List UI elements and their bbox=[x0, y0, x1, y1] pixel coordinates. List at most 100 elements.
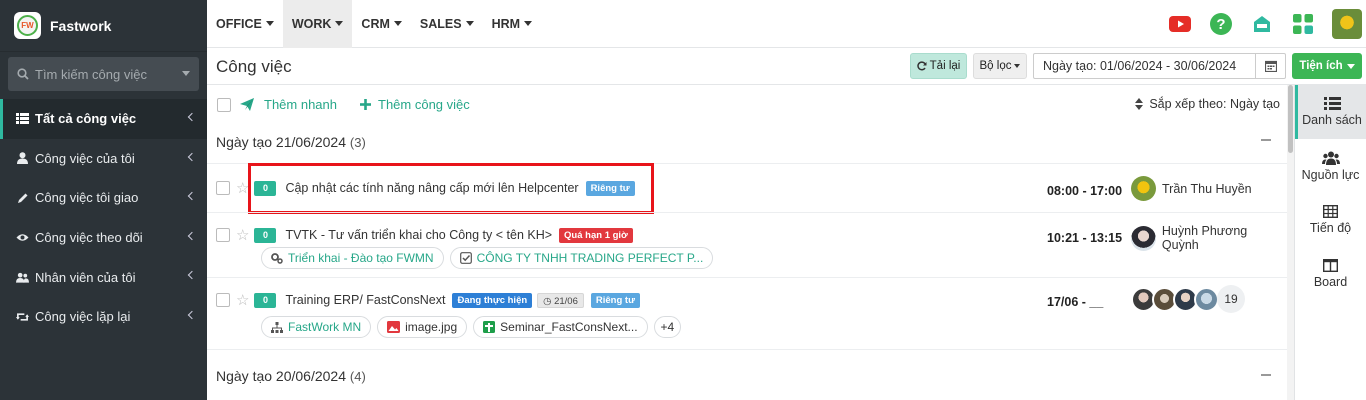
refresh-icon bbox=[916, 61, 927, 71]
search-icon bbox=[17, 68, 29, 80]
nav-work[interactable]: WORK bbox=[282, 0, 353, 48]
sidebar-item-label: Công việc tôi giao bbox=[35, 190, 139, 206]
nav-hrm[interactable]: HRM bbox=[483, 0, 541, 48]
task-title[interactable]: TVTK - Tư vấn triển khai cho Công ty < t… bbox=[285, 228, 552, 242]
attachment-chip[interactable]: Seminar_FastConsNext... bbox=[473, 316, 648, 338]
help-icon[interactable]: ? bbox=[1209, 12, 1233, 36]
date-range-picker[interactable]: Ngày tạo: 01/06/2024 - 30/06/2024 bbox=[1033, 53, 1286, 79]
list-icon bbox=[16, 112, 29, 125]
group-title: Ngày tạo 21/06/2024 bbox=[216, 134, 346, 150]
date-range-value: Ngày tạo: 01/06/2024 - 30/06/2024 bbox=[1043, 59, 1237, 73]
caret-down-icon bbox=[524, 21, 533, 26]
group-header: Ngày tạo 20/06/2024 (4) bbox=[216, 368, 366, 384]
sidebar-item-assigned-tasks[interactable]: Công việc tôi giao bbox=[0, 178, 207, 218]
eye-icon bbox=[16, 231, 29, 244]
star-icon[interactable]: ☆ bbox=[236, 291, 249, 309]
nav-crm[interactable]: CRM bbox=[352, 0, 410, 48]
youtube-icon[interactable] bbox=[1168, 12, 1192, 36]
sidebar-item-my-staff[interactable]: Nhân viên của tôi bbox=[0, 257, 207, 297]
list-view-icon bbox=[1323, 97, 1341, 110]
task-title[interactable]: Training ERP/ FastConsNext bbox=[285, 293, 445, 307]
task-list: Thêm nhanh Thêm công việc Sắp xếp theo: … bbox=[207, 85, 1287, 400]
nav-label: SALES bbox=[419, 16, 462, 31]
user-avatar[interactable] bbox=[1332, 9, 1362, 39]
svg-text:?: ? bbox=[1216, 16, 1225, 33]
sheet-file-icon bbox=[483, 321, 496, 333]
assignee-name: Trần Thu Huyền bbox=[1162, 181, 1252, 196]
sort-icon bbox=[1135, 98, 1144, 110]
quick-add-button[interactable]: Thêm nhanh bbox=[240, 97, 337, 112]
view-list[interactable]: Danh sách bbox=[1295, 85, 1366, 139]
table-row[interactable]: ☆ 0 TVTK - Tư vấn triển khai cho Công ty… bbox=[207, 212, 1287, 277]
logo: FW bbox=[14, 12, 41, 39]
chip-label: CÔNG TY TNHH TRADING PERFECT P... bbox=[476, 251, 704, 265]
chip-label: FastWork MN bbox=[288, 320, 362, 334]
nav-label: CRM bbox=[361, 16, 390, 31]
quick-add-label: Thêm nhanh bbox=[264, 97, 337, 112]
due-date-tag: ◷ 21/06 bbox=[537, 292, 584, 308]
reload-button[interactable]: Tải lại bbox=[910, 53, 967, 79]
star-icon[interactable]: ☆ bbox=[236, 226, 249, 244]
task-checkbox[interactable] bbox=[216, 181, 230, 195]
view-progress[interactable]: Tiến độ bbox=[1295, 193, 1366, 247]
add-task-button[interactable]: Thêm công việc bbox=[360, 97, 470, 112]
customer-chip[interactable]: CÔNG TY TNHH TRADING PERFECT P... bbox=[449, 247, 714, 269]
sidebar-item-watched-tasks[interactable]: Công việc theo dõi bbox=[0, 218, 207, 258]
select-all-checkbox[interactable] bbox=[217, 98, 231, 112]
check-square-icon bbox=[459, 252, 472, 264]
attachment-chip[interactable]: image.jpg bbox=[377, 316, 468, 338]
more-attachments-chip[interactable]: +4 bbox=[653, 316, 682, 338]
search-input[interactable]: Tìm kiếm công việc bbox=[8, 57, 199, 91]
task-checkbox[interactable] bbox=[216, 228, 230, 242]
task-time: 08:00 - 17:00 bbox=[1047, 184, 1123, 198]
utilities-button[interactable]: Tiện ích bbox=[1292, 53, 1362, 79]
brand[interactable]: FW Fastwork bbox=[0, 0, 207, 52]
chip-label: Triển khai - Đào tạo FWMN bbox=[288, 251, 434, 265]
apps-grid-icon[interactable] bbox=[1291, 12, 1315, 36]
sort-dropdown[interactable]: Sắp xếp theo: Ngày tạo bbox=[1135, 97, 1280, 111]
caret-down-icon bbox=[393, 21, 402, 26]
caret-down-icon bbox=[265, 21, 274, 26]
chip-label: +4 bbox=[660, 320, 675, 334]
inbox-icon[interactable] bbox=[1250, 12, 1274, 36]
users-icon bbox=[16, 271, 29, 284]
filter-button[interactable]: Bộ lọc bbox=[973, 53, 1027, 79]
sidebar-item-label: Công việc của tôi bbox=[35, 150, 135, 166]
view-label: Board bbox=[1313, 275, 1348, 289]
more-assignees-count: 19 bbox=[1217, 285, 1245, 313]
sidebar-item-all-tasks[interactable]: Tất cả công việc bbox=[0, 99, 207, 139]
nav-sales[interactable]: SALES bbox=[411, 0, 483, 48]
view-label: Nguồn lực bbox=[1301, 167, 1360, 182]
view-board[interactable]: Board bbox=[1295, 247, 1366, 301]
avatar bbox=[1131, 176, 1156, 201]
collapse-group-icon[interactable] bbox=[1261, 374, 1271, 376]
assignee[interactable]: Trần Thu Huyền bbox=[1131, 176, 1252, 201]
collapse-group-icon[interactable] bbox=[1261, 139, 1271, 141]
calendar-icon[interactable] bbox=[1255, 54, 1285, 78]
paper-plane-icon bbox=[240, 98, 254, 111]
view-resources[interactable]: Nguồn lực bbox=[1295, 139, 1366, 193]
pencil-icon bbox=[16, 191, 29, 204]
table-row[interactable]: ☆ 0 Training ERP/ FastConsNext Đang thực… bbox=[207, 277, 1287, 349]
task-checkbox[interactable] bbox=[216, 293, 230, 307]
task-time: 17/06 - __ bbox=[1047, 295, 1104, 309]
add-task-label: Thêm công việc bbox=[378, 97, 470, 112]
project-chip[interactable]: FastWork MN bbox=[261, 316, 372, 338]
sidebar-item-recurring-tasks[interactable]: Công việc lặp lại bbox=[0, 297, 207, 337]
clock-icon: ◷ bbox=[543, 295, 555, 307]
users-icon bbox=[1321, 151, 1340, 165]
assignee-name: Huỳnh Phương Quỳnh bbox=[1161, 224, 1248, 252]
task-count-badge: 0 bbox=[254, 292, 277, 308]
project-chip[interactable]: Triển khai - Đào tạo FWMN bbox=[261, 247, 444, 269]
assignee[interactable]: Huỳnh Phương Quỳnh bbox=[1131, 224, 1287, 252]
scrollbar-thumb[interactable] bbox=[1288, 85, 1293, 153]
task-time: 10:21 - 13:15 bbox=[1047, 231, 1123, 245]
nav-label: HRM bbox=[491, 16, 521, 31]
view-label: Danh sách bbox=[1302, 113, 1362, 127]
caret-down-icon bbox=[465, 21, 474, 26]
nav-office[interactable]: OFFICE bbox=[207, 0, 283, 48]
assignee-stack[interactable]: 19 bbox=[1131, 285, 1245, 313]
sidebar-item-my-tasks[interactable]: Công việc của tôi bbox=[0, 139, 207, 179]
chevron-left-icon bbox=[187, 310, 197, 320]
chevron-left-icon bbox=[187, 231, 197, 241]
